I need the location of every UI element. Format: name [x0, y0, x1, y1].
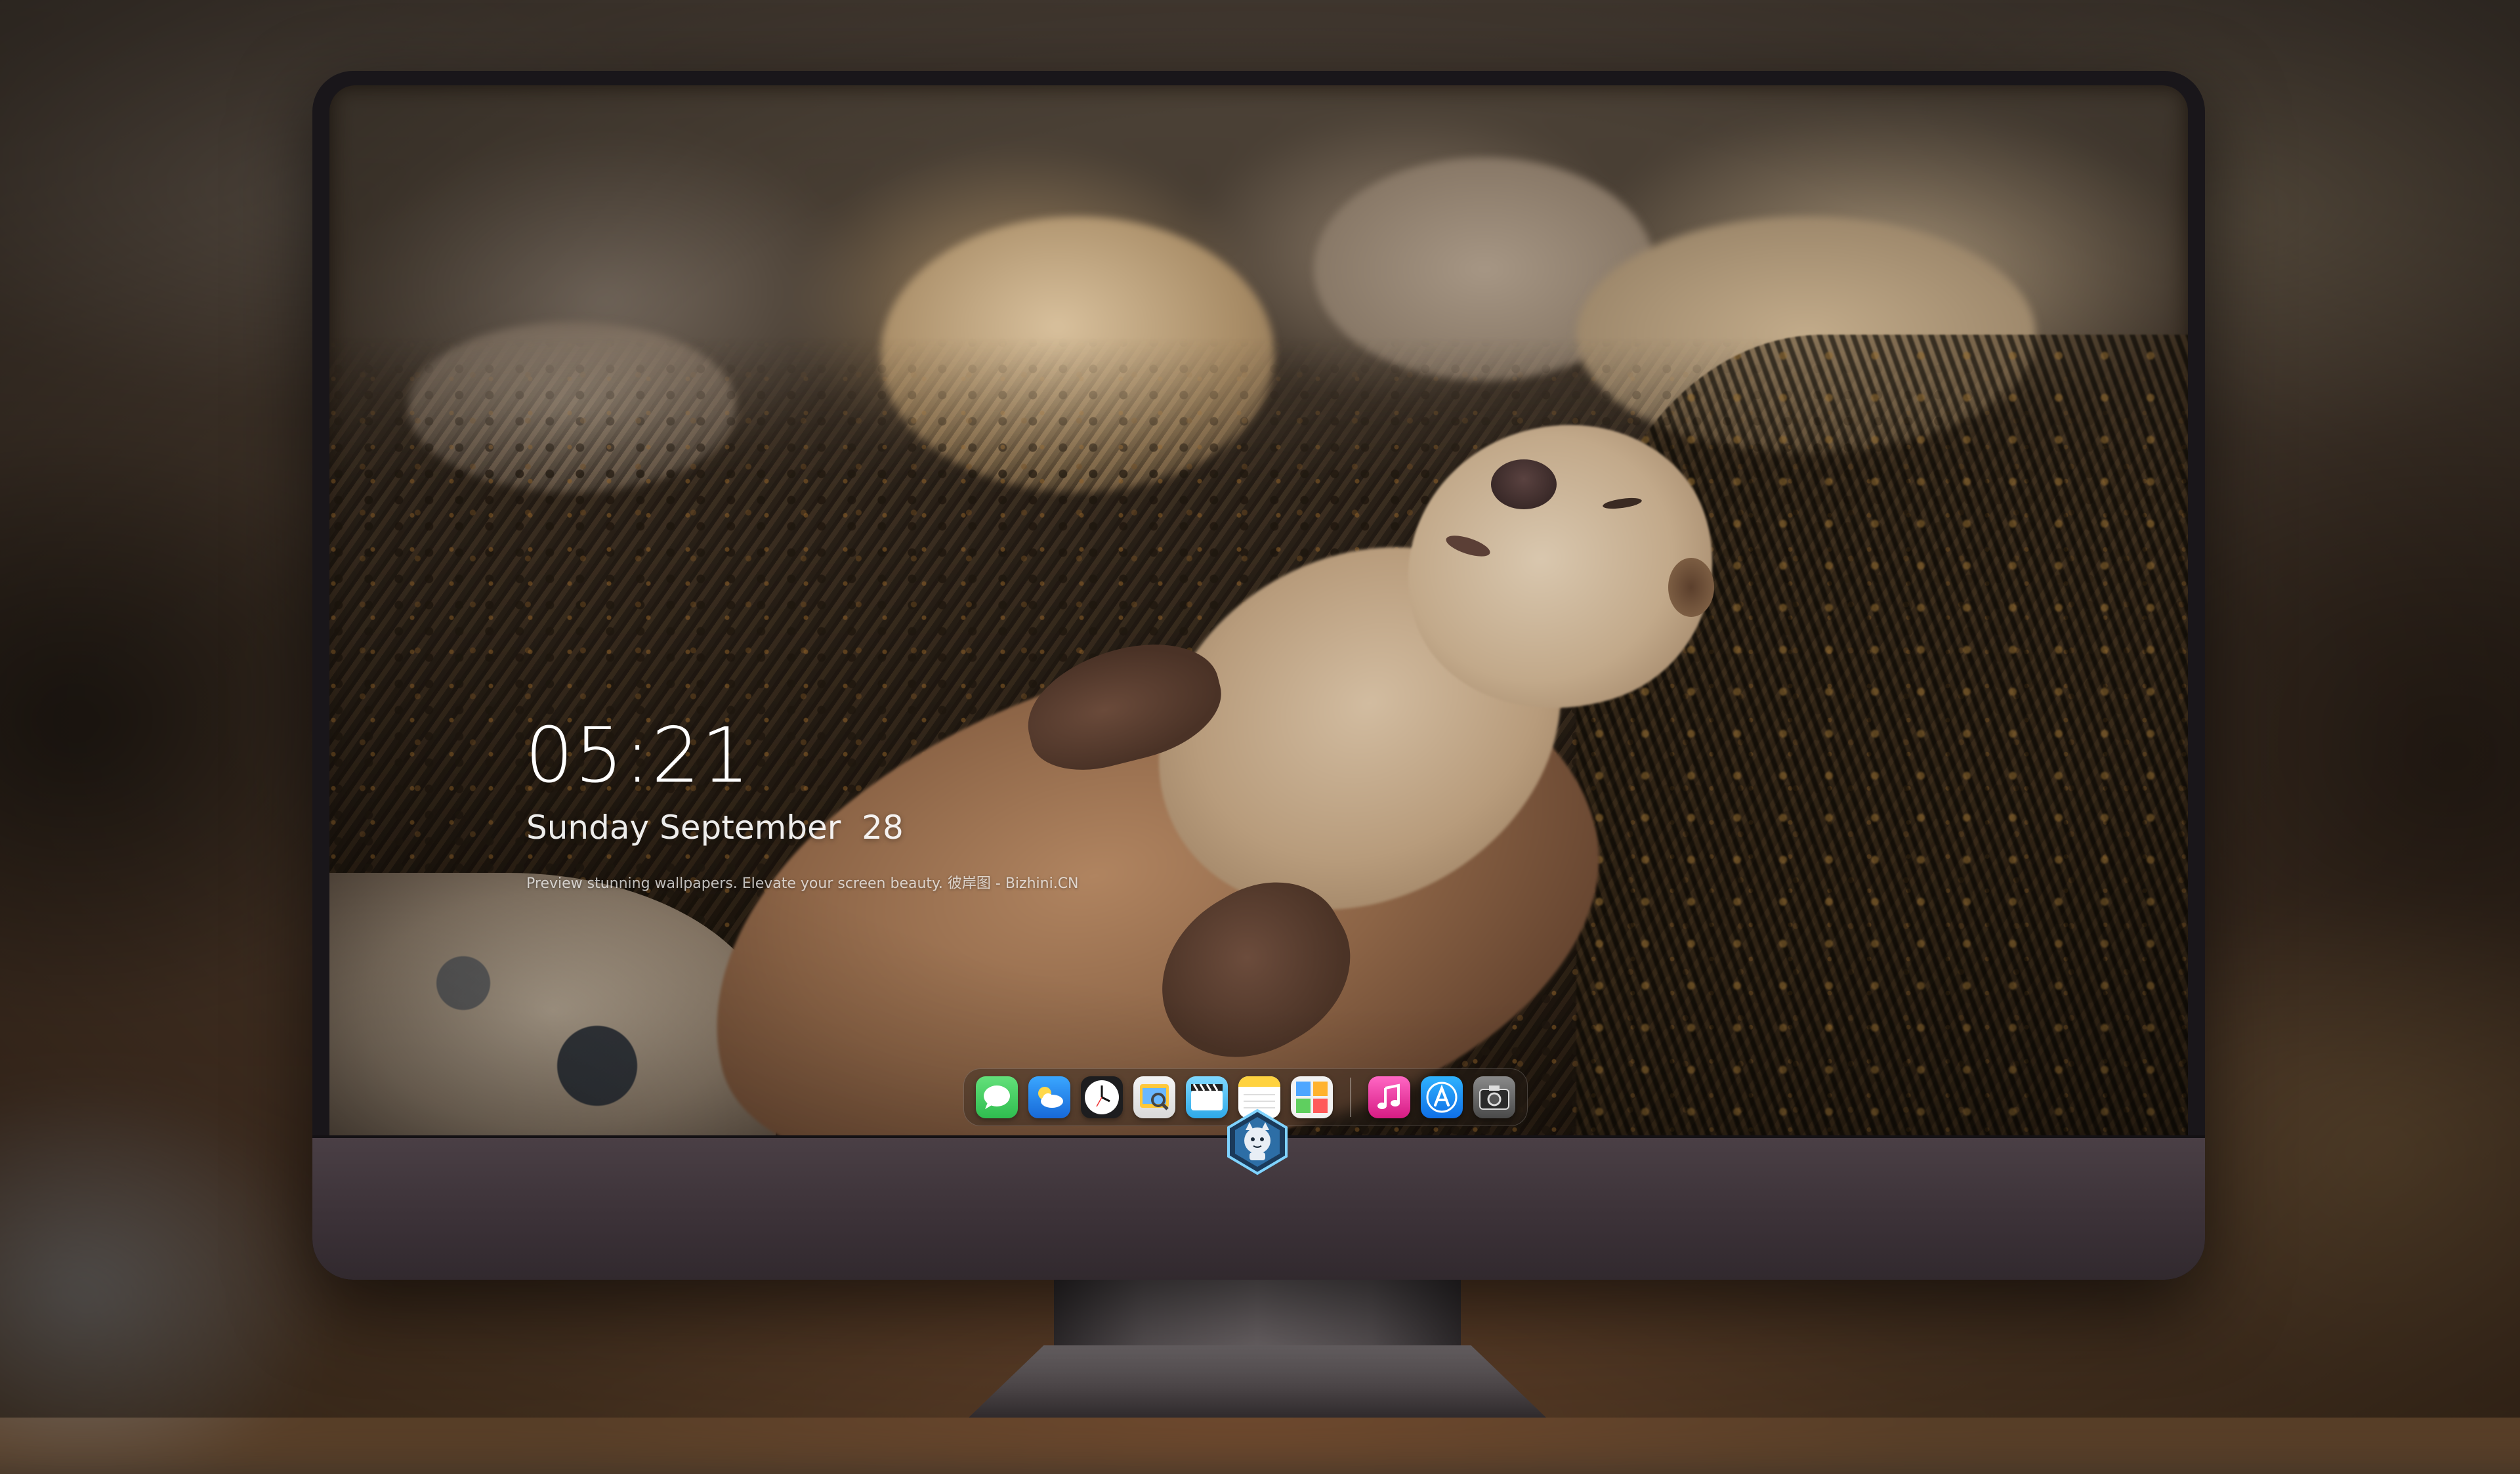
clips-icon[interactable]	[1186, 1076, 1228, 1118]
dock-separator	[1350, 1078, 1351, 1117]
photo-booth-icon[interactable]	[1291, 1076, 1333, 1118]
monitor-stand-neck	[1054, 1277, 1461, 1345]
weather-icon[interactable]	[1028, 1076, 1070, 1118]
screen-vignette	[329, 85, 2188, 1135]
wallpaper-tagline: Preview stunning wallpapers. Elevate you…	[526, 875, 1079, 892]
messages-icon[interactable]	[976, 1076, 1018, 1118]
monitor-stand-base	[969, 1345, 1546, 1418]
dragon-mascot-logo	[1223, 1108, 1292, 1176]
lock-clock: 05:21	[525, 711, 751, 800]
app-store-icon[interactable]	[1421, 1076, 1463, 1118]
lock-date: Sunday September 28	[526, 809, 904, 847]
music-icon[interactable]	[1368, 1076, 1410, 1118]
camera-icon[interactable]	[1473, 1076, 1515, 1118]
preview-icon[interactable]	[1133, 1076, 1175, 1118]
clock-icon[interactable]	[1081, 1076, 1123, 1118]
screen: 05:21 Sunday September 28 Preview stunni…	[329, 85, 2188, 1135]
otter-wallpaper	[329, 85, 2188, 1135]
monitor: 05:21 Sunday September 28 Preview stunni…	[312, 71, 2205, 1280]
